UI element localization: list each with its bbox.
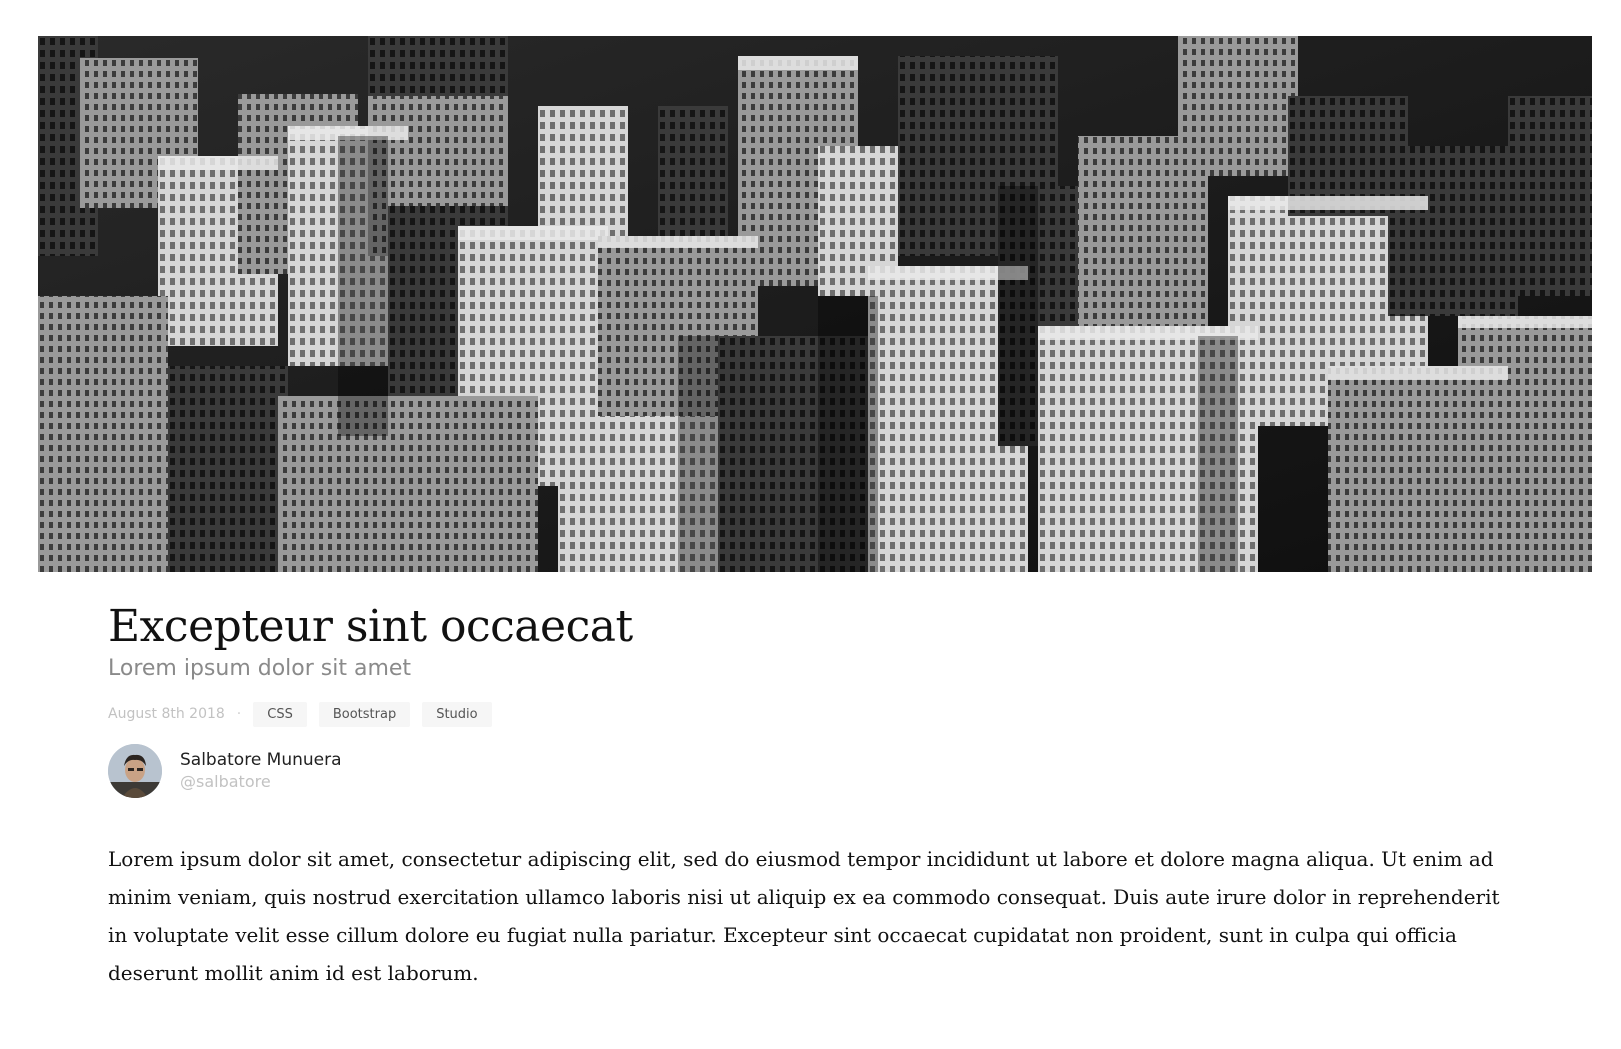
- author-block: Salbatore Munuera @salbatore: [108, 744, 1508, 798]
- author-name[interactable]: Salbatore Munuera: [180, 749, 342, 771]
- meta-separator: ·: [236, 706, 242, 722]
- article-meta: August 8th 2018 · CSS Bootstrap Studio: [108, 700, 1508, 728]
- hero-image: [38, 36, 1592, 572]
- article-subtitle: Lorem ipsum dolor sit amet: [108, 656, 412, 681]
- tag-bootstrap[interactable]: Bootstrap: [318, 701, 411, 727]
- publish-date: August 8th 2018: [108, 706, 225, 722]
- article: Excepteur sint occaecat Lorem ipsum dolo…: [108, 600, 1508, 992]
- article-title: Excepteur sint occaecat: [108, 601, 633, 652]
- author-handle[interactable]: @salbatore: [180, 771, 342, 793]
- avatar[interactable]: [108, 744, 162, 798]
- tag-css[interactable]: CSS: [253, 701, 307, 727]
- article-body: Lorem ipsum dolor sit amet, consectetur …: [108, 847, 1500, 985]
- tag-studio[interactable]: Studio: [422, 701, 492, 727]
- city-skyline-image: [38, 36, 1592, 572]
- author-portrait-icon: [108, 744, 162, 798]
